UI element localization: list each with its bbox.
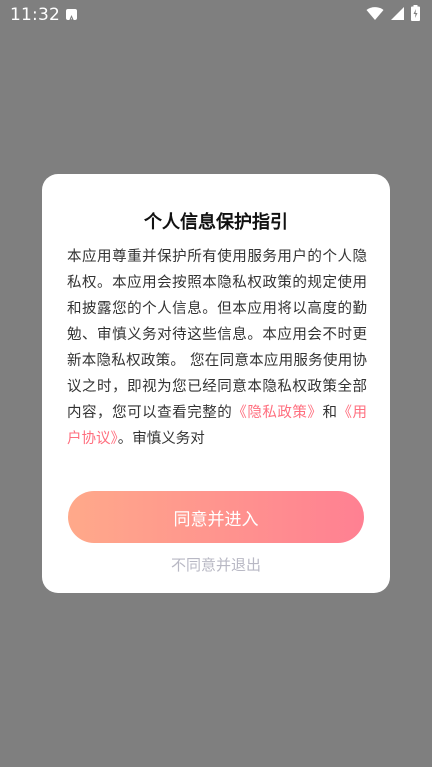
trailing-text: 。审慎义务对 <box>117 431 205 447</box>
conjunction-text: 和 <box>322 405 338 421</box>
agree-button[interactable]: 同意并进入 <box>68 491 364 543</box>
status-time: 11:32 <box>10 5 60 25</box>
battery-icon <box>411 5 420 25</box>
body-text: 本应用尊重并保护所有使用服务用户的个人隐私权。本应用会按照本隐私权政策的规定使用… <box>67 249 367 421</box>
privacy-policy-link[interactable]: 《隐私政策》 <box>232 405 322 421</box>
wifi-icon <box>366 6 384 25</box>
status-icons <box>366 5 420 25</box>
cell-signal-icon <box>390 6 405 25</box>
privacy-dialog: 个人信息保护指引 本应用尊重并保护所有使用服务用户的个人隐私权。本应用会按照本隐… <box>42 174 390 593</box>
dialog-body: 本应用尊重并保护所有使用服务用户的个人隐私权。本应用会按照本隐私权政策的规定使用… <box>67 244 367 452</box>
status-bar: 11:32 <box>0 0 432 30</box>
a-badge-icon <box>66 9 77 22</box>
dialog-title: 个人信息保护指引 <box>144 212 288 233</box>
disagree-button[interactable]: 不同意并退出 <box>42 554 390 575</box>
